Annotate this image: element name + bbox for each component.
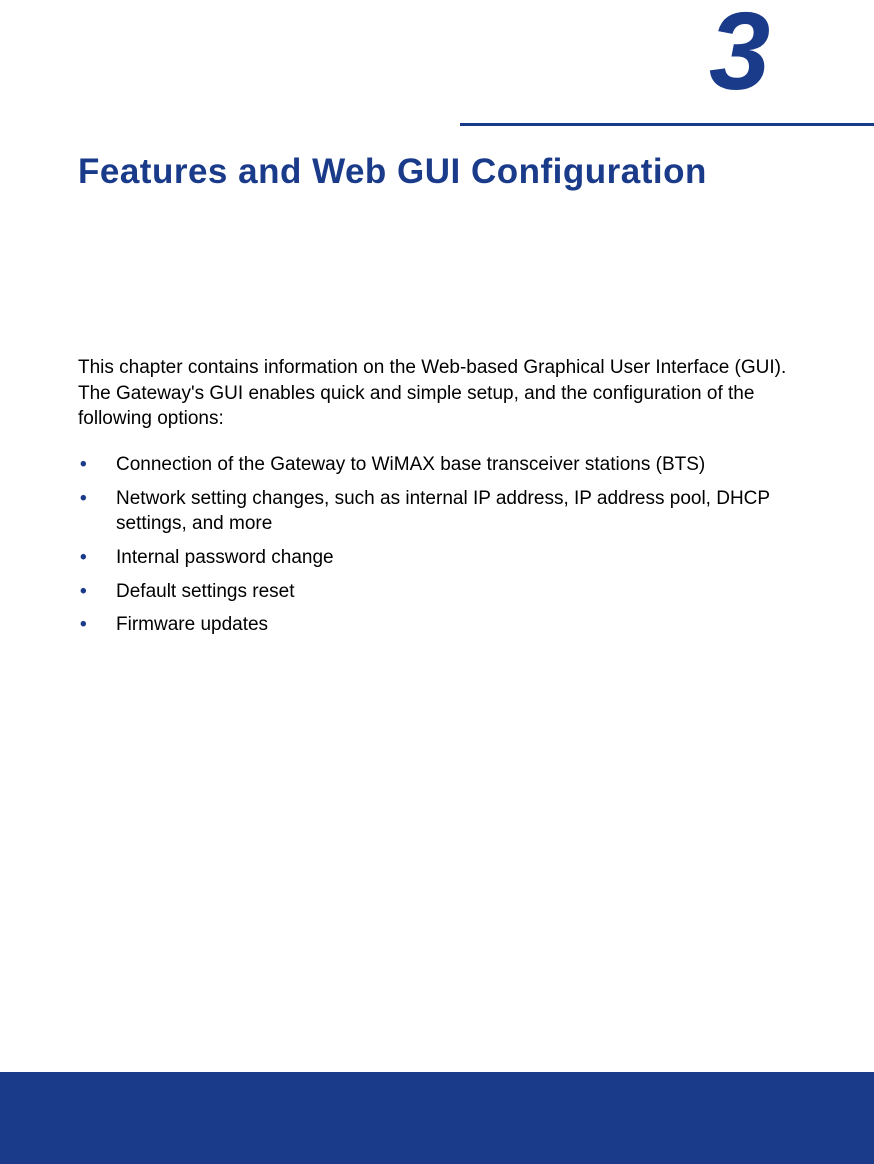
list-item: Connection of the Gateway to WiMAX base … (78, 452, 796, 478)
chapter-number: 3 (709, 0, 764, 113)
options-list: Connection of the Gateway to WiMAX base … (78, 452, 796, 646)
list-item: Internal password change (78, 545, 796, 571)
footer-bar (0, 1072, 874, 1164)
chapter-title: Features and Web GUI Configuration (78, 150, 796, 194)
list-item: Firmware updates (78, 612, 796, 638)
document-page: 3 Features and Web GUI Configuration Thi… (0, 0, 874, 1164)
chapter-number-container: 3 (709, 0, 804, 100)
intro-paragraph: This chapter contains information on the… (78, 355, 796, 432)
list-item: Default settings reset (78, 579, 796, 605)
header-rule (460, 123, 874, 126)
list-item: Network setting changes, such as interna… (78, 486, 796, 537)
